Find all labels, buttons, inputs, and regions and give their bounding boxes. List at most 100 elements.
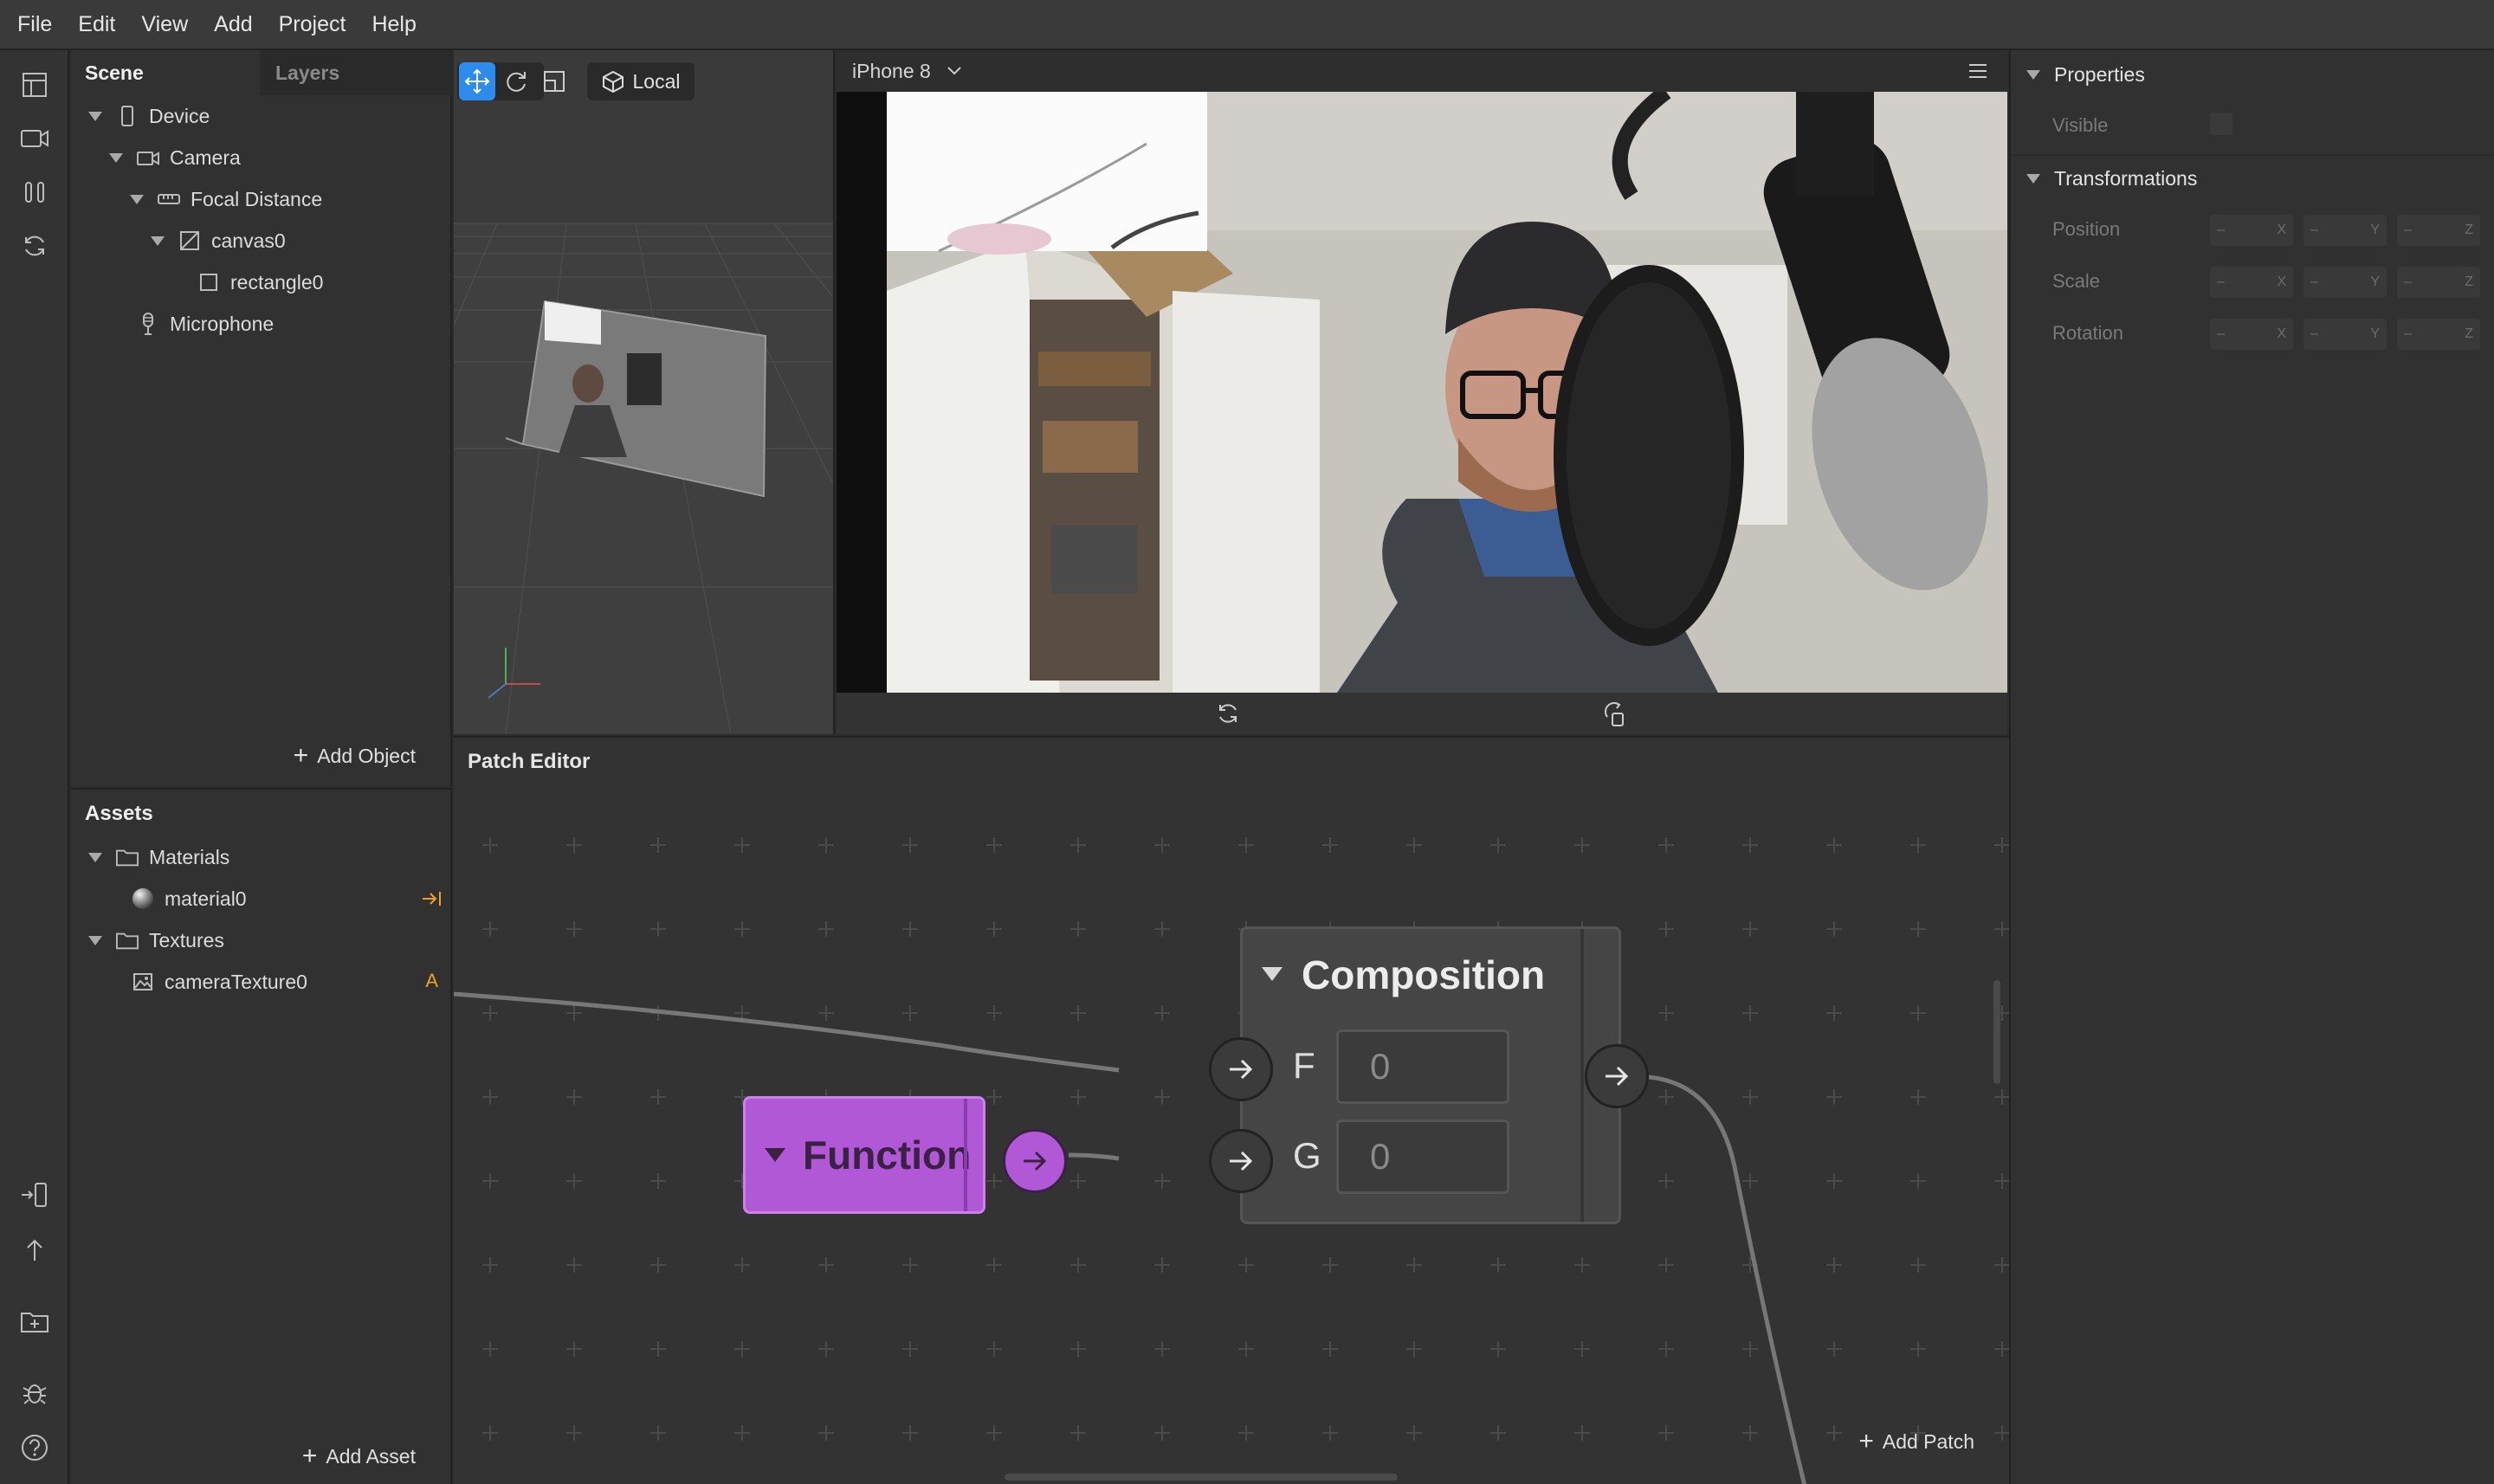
rotate-device-icon[interactable]	[1602, 701, 1628, 727]
function-patch[interactable]: Function	[743, 1096, 985, 1214]
upload-icon[interactable]	[17, 1233, 52, 1268]
input-g-port[interactable]	[1209, 1129, 1273, 1193]
letterbox-left	[837, 92, 887, 693]
tree-item-canvas0[interactable]: canvas0	[151, 220, 286, 261]
arrow-right-icon	[1226, 1056, 1256, 1082]
menu-add[interactable]: Add	[214, 12, 252, 37]
new-folder-icon[interactable]	[17, 1304, 52, 1339]
add-patch-button[interactable]: + Add Patch	[1858, 1429, 1974, 1455]
arrow-right-icon	[1020, 1148, 1050, 1174]
function-output-port[interactable]	[1003, 1129, 1067, 1193]
expand-arrow-icon[interactable]	[88, 852, 102, 862]
rotation-y-field[interactable]: – Y	[2303, 319, 2387, 350]
expand-arrow-icon[interactable]	[109, 152, 123, 163]
menu-bar: File Edit View Add Project Help	[0, 0, 2494, 50]
scale-y-field[interactable]: – Y	[2303, 267, 2387, 298]
composition-output-port[interactable]	[1585, 1044, 1649, 1108]
rotate-tool-icon[interactable]	[499, 62, 533, 100]
refresh-icon[interactable]	[17, 229, 52, 263]
horizontal-scrollbar[interactable]	[1005, 1474, 1398, 1481]
simulator-panel: iPhone 8	[837, 50, 2007, 734]
composition-patch[interactable]: Composition F 0 G 0	[1240, 926, 1621, 1224]
camera-icon	[137, 146, 159, 169]
tab-layers[interactable]: Layers	[262, 50, 452, 95]
help-icon[interactable]	[17, 1430, 52, 1465]
tree-item-microphone[interactable]: Microphone	[137, 303, 274, 345]
tree-item-focal-distance[interactable]: Focal Distance	[130, 178, 322, 220]
visible-checkbox[interactable]	[2210, 113, 2232, 135]
tree-item-camera[interactable]: Camera	[109, 137, 241, 178]
position-y-field[interactable]: – Y	[2303, 215, 2387, 246]
position-z-field[interactable]: – Z	[2397, 215, 2480, 246]
transformations-section-header[interactable]: Transformations	[2026, 161, 2197, 196]
focal-distance-icon	[158, 188, 180, 210]
patch-divider	[1580, 929, 1584, 1222]
export-arrow-icon[interactable]	[421, 888, 443, 909]
texture-badge: A	[425, 970, 438, 991]
tree-item-rectangle0[interactable]: rectangle0	[197, 261, 323, 303]
hamburger-menu-icon[interactable]	[1967, 62, 1988, 80]
rotation-x-field[interactable]: – X	[2210, 319, 2293, 350]
pause-panels-icon[interactable]	[17, 175, 52, 210]
move-tool-icon[interactable]	[459, 62, 495, 100]
restart-icon[interactable]	[1216, 701, 1240, 726]
vertical-scrollbar[interactable]	[1993, 980, 2000, 1084]
camera-preview[interactable]	[887, 92, 2007, 693]
assets-folder-textures[interactable]: Textures	[88, 919, 224, 961]
chevron-down-icon	[947, 66, 962, 76]
scene-tabs: Scene Layers	[71, 50, 452, 95]
menu-help[interactable]: Help	[372, 12, 416, 37]
viewport-grid	[454, 50, 833, 734]
patch-editor[interactable]: Patch Editor Function Composition F 0 G …	[454, 736, 2009, 1484]
scale-tool-icon[interactable]	[537, 62, 572, 100]
input-f-port[interactable]	[1209, 1037, 1273, 1101]
scale-x-field[interactable]: – X	[2210, 267, 2293, 298]
add-object-button[interactable]: + Add Object	[294, 743, 416, 769]
assets-panel: Assets Materials material0 Textures came…	[71, 788, 452, 1484]
canvas-icon	[178, 229, 201, 252]
rectangle-icon	[197, 271, 220, 294]
arrow-right-icon	[1602, 1063, 1631, 1089]
expand-arrow-icon[interactable]	[2026, 69, 2040, 80]
menu-project[interactable]: Project	[279, 12, 346, 37]
tree-item-device[interactable]: Device	[88, 95, 210, 137]
collapse-arrow-icon[interactable]	[763, 1146, 787, 1164]
rotation-z-field[interactable]: – Z	[2397, 319, 2480, 350]
layout-icon[interactable]	[17, 68, 52, 102]
position-x-field[interactable]: – X	[2210, 215, 2293, 246]
rotation-label: Rotation	[2052, 322, 2123, 344]
properties-section-header[interactable]: Properties	[2026, 57, 2145, 92]
device-select[interactable]: iPhone 8	[852, 60, 962, 83]
asset-cameratexture0[interactable]: cameraTexture0 A	[132, 961, 443, 1003]
texture-image-icon	[132, 971, 154, 993]
scale-z-field[interactable]: – Z	[2397, 267, 2480, 298]
menu-file[interactable]: File	[17, 12, 52, 37]
expand-arrow-icon[interactable]	[130, 194, 144, 204]
expand-arrow-icon[interactable]	[88, 935, 102, 945]
input-g-field[interactable]: 0	[1336, 1119, 1509, 1194]
collapse-arrow-icon[interactable]	[1260, 965, 1284, 983]
scene-viewport[interactable]: Local	[454, 50, 835, 734]
patch-divider	[964, 1099, 967, 1211]
send-to-device-icon[interactable]	[17, 1178, 52, 1212]
local-space-toggle[interactable]: Local	[587, 62, 695, 100]
material-sphere-icon	[132, 887, 154, 910]
input-f-field[interactable]: 0	[1336, 1029, 1509, 1104]
properties-panel: Properties Visible Transformations Posit…	[2009, 50, 2494, 1484]
plus-icon: +	[1858, 1427, 1874, 1455]
expand-arrow-icon[interactable]	[2026, 173, 2040, 184]
simulator-header: iPhone 8	[837, 50, 2007, 92]
input-g-label: G	[1293, 1135, 1321, 1176]
bug-icon[interactable]	[17, 1375, 52, 1410]
asset-material0[interactable]: material0	[132, 878, 443, 919]
scene-panel: Scene Layers Device Camera Focal Distanc…	[71, 50, 452, 786]
add-asset-button[interactable]: + Assets Add Asset	[302, 1443, 416, 1469]
expand-arrow-icon[interactable]	[151, 236, 165, 246]
menu-view[interactable]: View	[141, 12, 188, 37]
menu-edit[interactable]: Edit	[78, 12, 115, 37]
cube-icon	[602, 70, 624, 93]
tab-scene[interactable]: Scene	[71, 50, 260, 95]
expand-arrow-icon[interactable]	[88, 111, 102, 121]
assets-folder-materials[interactable]: Materials	[88, 836, 229, 878]
video-icon[interactable]	[17, 121, 52, 156]
